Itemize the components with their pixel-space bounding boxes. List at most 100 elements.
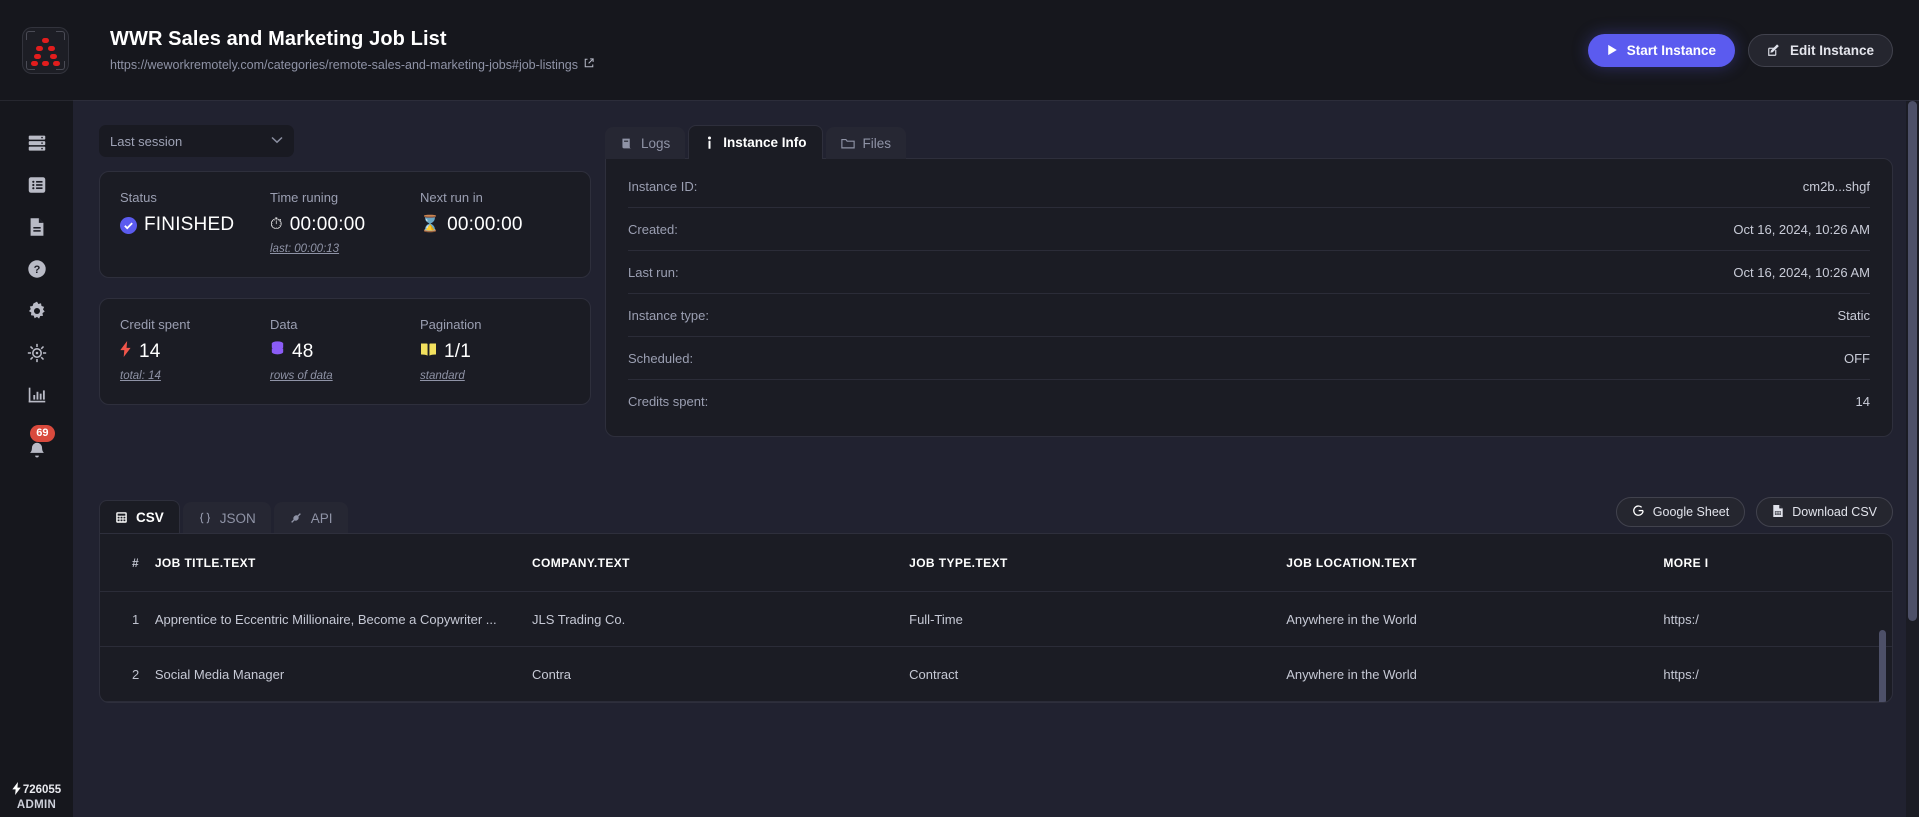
scroll-icon [620,137,633,150]
download-csv-button[interactable]: Download CSV [1756,497,1893,527]
tab-files[interactable]: Files [825,127,907,159]
status-value: FINISHED [144,214,235,235]
credit-spent-label: Credit spent [120,317,191,332]
data-label: Data [270,317,298,332]
session-select[interactable]: Last session [99,125,294,157]
cell-company: Contra [531,646,910,702]
pagination-label: Pagination [420,317,482,332]
info-key: Instance type: [628,308,709,323]
time-running-sub[interactable]: last: 00:00:13 [270,243,339,255]
table-row[interactable]: 1 Apprentice to Eccentric Millionaire, B… [100,591,1892,647]
document-icon [26,216,48,238]
cell-job-title: Apprentice to Eccentric Millionaire, Bec… [154,591,532,647]
help-circle-icon: ? [26,258,48,280]
cell-job-type: Contract [909,646,1287,702]
data-table: # JOB TITLE.TEXT COMPANY.TEXT JOB TYPE.T… [100,534,1892,702]
cell-more: https:/ [1663,646,1892,702]
logo-container [0,26,90,74]
google-sheet-button[interactable]: Google Sheet [1615,497,1746,527]
tab-csv[interactable]: CSV [99,500,180,534]
data-section: CSV JSON API Google Sheet Download CSV #… [73,437,1919,703]
tab-instance-info[interactable]: Instance Info [688,125,823,159]
data-sub[interactable]: rows of data [270,370,333,382]
bolt-icon [12,782,22,798]
data-section-header: CSV JSON API Google Sheet Download CSV [99,497,1893,534]
header-text-block: WWR Sales and Marketing Job List https:/… [90,28,595,72]
credit-spent-value-wrap: 14 [120,341,270,363]
left-column: Last session Status FINISHED Time runing… [99,125,591,405]
sidebar-item-documents[interactable] [17,207,57,247]
column-header-job-title[interactable]: JOB TITLE.TEXT [154,534,532,592]
data-table-container: # JOB TITLE.TEXT COMPANY.TEXT JOB TYPE.T… [99,533,1893,703]
table-scrollbar-thumb[interactable] [1879,630,1886,702]
column-header-index[interactable]: # [100,534,155,592]
table-row[interactable]: 2 Social Media Manager Contra Contract A… [100,646,1892,702]
svg-text:?: ? [33,264,40,276]
sidebar-item-lists[interactable] [17,165,57,205]
source-url[interactable]: https://weworkremotely.com/categories/re… [110,57,595,72]
next-run-value: 00:00:00 [447,214,523,235]
cell-index: 2 [100,646,155,702]
info-key: Scheduled: [628,351,694,366]
info-row: Created: Oct 16, 2024, 10:26 AM [628,208,1870,251]
start-instance-button[interactable]: Start Instance [1587,33,1735,67]
column-header-job-location[interactable]: JOB LOCATION.TEXT [1286,534,1664,592]
info-key: Last run: [628,265,679,280]
credit-spent-sub[interactable]: total: 14 [120,370,161,382]
tab-api[interactable]: API [273,502,348,534]
pagination-sub[interactable]: standard [420,370,465,382]
status-value-wrap: FINISHED [120,214,270,236]
hourglass-icon: ⌛ [420,216,441,233]
body-row: ? 69 726055 ADMIN Last session Status FI… [0,100,1919,817]
column-header-more[interactable]: MORE I [1663,534,1892,592]
cell-job-location: Anywhere in the World [1286,646,1664,702]
external-link-icon[interactable] [583,57,595,72]
info-row: Instance ID: cm2b...shgf [628,165,1870,208]
info-value: 14 [1855,394,1870,409]
data-tabs: CSV JSON API [99,500,348,534]
sidebar-item-servers[interactable] [17,123,57,163]
tab-logs[interactable]: Logs [605,127,686,159]
bell-icon [26,440,48,462]
time-running-label: Time runing [270,190,339,205]
data-value: 48 [292,341,314,362]
main-content: Last session Status FINISHED Time runing… [73,100,1919,817]
tab-json-label: JSON [219,510,256,526]
google-icon [1632,504,1645,520]
time-running-value: 00:00:00 [289,214,366,235]
page-scrollbar[interactable] [1906,101,1919,817]
info-value: OFF [1844,351,1870,366]
tab-logs-label: Logs [641,135,671,151]
app-root: WWR Sales and Marketing Job List https:/… [0,0,1919,817]
edit-instance-button[interactable]: Edit Instance [1747,33,1893,67]
table-header-row: # JOB TITLE.TEXT COMPANY.TEXT JOB TYPE.T… [100,534,1892,592]
bar-chart-icon [26,384,48,406]
column-header-company[interactable]: COMPANY.TEXT [531,534,910,592]
info-icon [704,136,715,150]
sidebar-item-targets[interactable] [17,333,57,373]
info-key: Created: [628,222,678,237]
page-scrollbar-thumb[interactable] [1908,101,1917,621]
cell-more: https:/ [1663,591,1892,647]
stopwatch-icon: ⏱ [270,216,283,233]
sidebar-item-help[interactable]: ? [17,249,57,289]
google-sheet-label: Google Sheet [1652,505,1730,519]
sidebar-credits[interactable]: 726055 [12,782,61,798]
sidebar-item-settings[interactable] [17,291,57,331]
tab-json[interactable]: JSON [182,502,271,534]
column-header-job-type[interactable]: JOB TYPE.TEXT [909,534,1287,592]
list-icon [26,174,48,196]
status-card: Status FINISHED Time runing ⏱ 00:00:00 l… [99,171,591,278]
sidebar-item-notifications[interactable]: 69 [17,425,57,471]
app-logo-icon[interactable] [21,26,69,74]
metrics-card: Credit spent 14 total: 14 Data 48 rows o… [99,298,591,405]
credit-spent-stat: Credit spent 14 total: 14 [120,317,270,384]
tab-csv-label: CSV [136,510,164,525]
tab-files-label: Files [862,135,892,151]
chevron-down-icon [271,136,283,147]
pagination-stat: Pagination 1/1 standard [420,317,570,384]
cell-index: 1 [100,591,155,647]
top-columns: Last session Status FINISHED Time runing… [99,125,1893,437]
target-icon [26,342,48,364]
sidebar-item-analytics[interactable] [17,375,57,415]
